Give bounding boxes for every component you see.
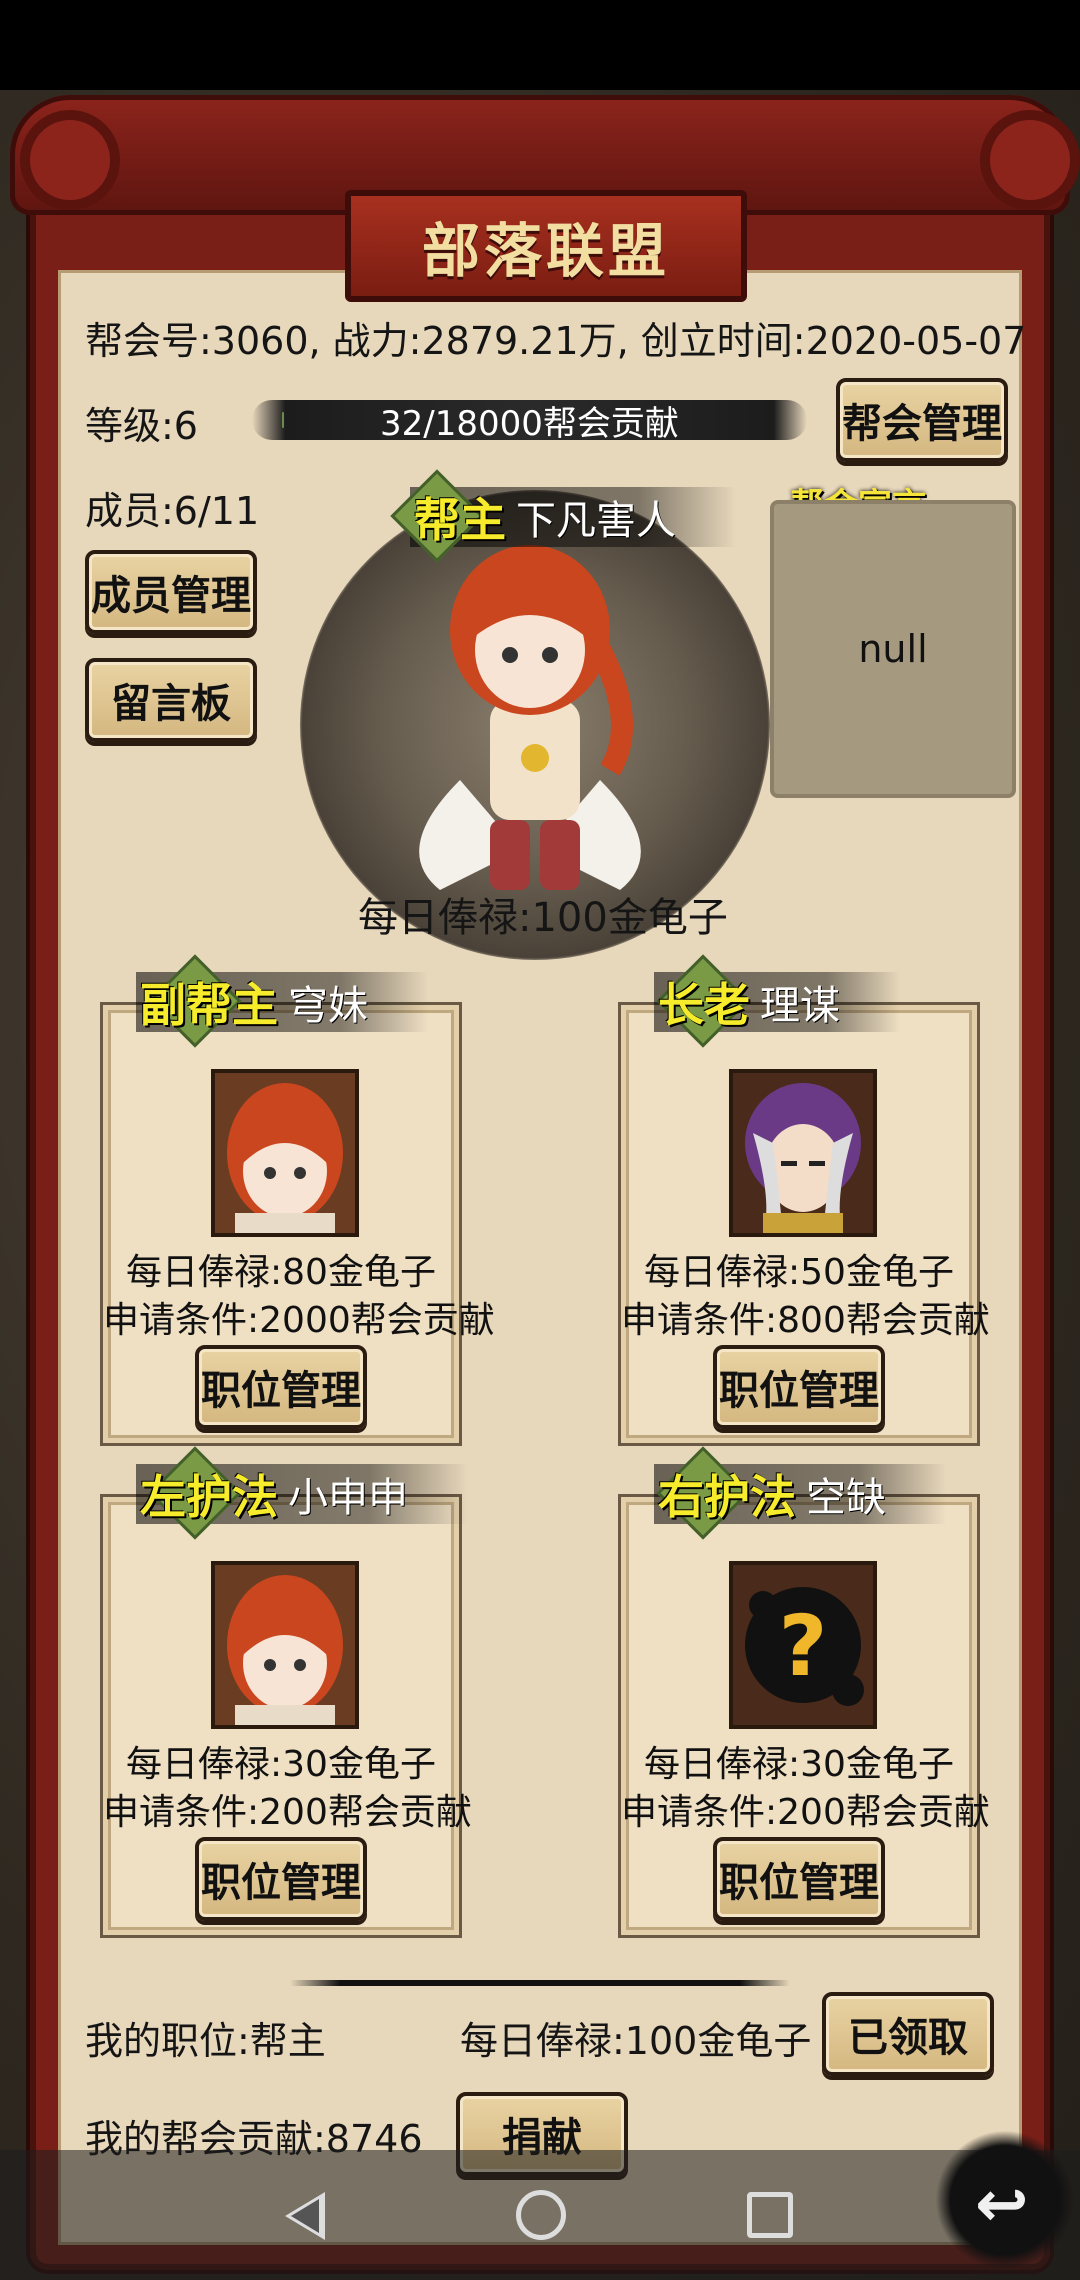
position-role-label: 副帮主 穹妹 [136, 954, 428, 1048]
position-role-label: 右护法 空缺 [654, 1446, 946, 1540]
my-position: 我的职位:帮主 [85, 2019, 326, 2063]
announcement-box: null [770, 500, 1016, 798]
position-requirement: 申请条件:200帮会贡献 [103, 1792, 472, 1833]
position-salary: 每日俸禄:80金龟子 [126, 1252, 436, 1293]
position-card: ? 每日俸禄:30金龟子申请条件:200帮会贡献 职位管理 [618, 1494, 990, 1938]
leader-salary: 每日俸禄:100金龟子 [358, 895, 728, 941]
position-role: 长老 [658, 978, 750, 1032]
position-holder: 小申申 [288, 1475, 408, 1521]
position-holder: 理谋 [760, 983, 840, 1029]
position-role: 副帮主 [140, 978, 278, 1032]
position-role-label: 左护法 小申申 [136, 1446, 468, 1540]
nav-home-icon[interactable] [516, 2190, 566, 2240]
leader-role: 帮主 [414, 493, 506, 547]
right-scroll-ornament [980, 110, 1080, 210]
position-portrait: ? [729, 1561, 877, 1729]
guild-info-line: 帮会号:3060, 战力:2879.21万, 创立时间:2020-05-07 [85, 319, 1027, 363]
position-card: 每日俸禄:30金龟子申请条件:200帮会贡献 职位管理 [100, 1494, 472, 1938]
position-requirement: 申请条件:2000帮会贡献 [103, 1300, 495, 1341]
left-scroll-ornament [20, 110, 120, 210]
position-role: 左护法 [140, 1470, 278, 1524]
position-manage-button[interactable]: 职位管理 [713, 1837, 885, 1921]
nav-recent-icon[interactable] [747, 2192, 793, 2238]
position-salary: 每日俸禄:30金龟子 [644, 1744, 954, 1785]
announcement-content: null [858, 627, 928, 671]
position-requirement: 申请条件:800帮会贡献 [621, 1300, 990, 1341]
position-role-label: 长老 理谋 [654, 954, 900, 1048]
position-salary: 每日俸禄:30金龟子 [126, 1744, 436, 1785]
position-portrait [211, 1069, 359, 1237]
leader-role-label: 帮主 下凡害人 [390, 469, 736, 563]
position-manage-button[interactable]: 职位管理 [195, 1837, 367, 1921]
position-holder: 空缺 [806, 1475, 886, 1521]
progress-fill [282, 412, 284, 428]
guild-manage-button[interactable]: 帮会管理 [836, 378, 1008, 462]
contribution-progress-bar: 32/18000帮会贡献 [252, 400, 807, 444]
nav-back-icon[interactable] [285, 2192, 325, 2240]
position-card: 每日俸禄:50金龟子申请条件:800帮会贡献 职位管理 [618, 1002, 990, 1446]
leader-name: 下凡害人 [516, 498, 676, 544]
page-title: 部落联盟 [421, 217, 670, 285]
position-role: 右护法 [658, 1470, 796, 1524]
leader-portrait [419, 545, 641, 890]
position-manage-button[interactable]: 职位管理 [713, 1345, 885, 1429]
my-salary: 每日俸禄:100金龟子 [460, 2019, 812, 2063]
position-portrait [729, 1069, 877, 1237]
position-salary: 每日俸禄:50金龟子 [644, 1252, 954, 1293]
member-manage-button[interactable]: 成员管理 [85, 550, 257, 634]
footer-divider [290, 1980, 790, 1986]
progress-text: 32/18000帮会贡献 [380, 403, 679, 444]
position-card: 每日俸禄:80金龟子申请条件:2000帮会贡献 职位管理 [100, 1002, 495, 1446]
claimed-button[interactable]: 已领取 [822, 1992, 994, 2076]
title-plate: 部落联盟 [345, 190, 747, 302]
member-count: 成员:6/11 [85, 489, 260, 533]
position-manage-button[interactable]: 职位管理 [195, 1345, 367, 1429]
message-board-button[interactable]: 留言板 [85, 658, 257, 742]
svg-text:?: ? [779, 1597, 828, 1695]
status-bar [0, 0, 1080, 90]
position-holder: 穹妹 [288, 983, 368, 1029]
position-requirement: 申请条件:200帮会贡献 [621, 1792, 990, 1833]
position-portrait [211, 1561, 359, 1729]
return-arrow-icon[interactable]: ↩ [975, 2168, 1029, 2242]
guild-level: 等级:6 [85, 404, 198, 448]
